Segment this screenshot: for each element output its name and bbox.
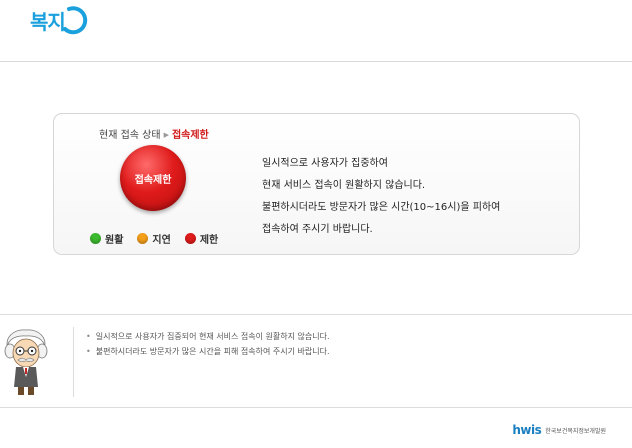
- legend-label: 원활: [105, 235, 124, 246]
- status-line: 현재 접속 상태 ▶ 접속제한: [99, 126, 209, 141]
- hwis-logo-icon: hwis: [512, 423, 542, 437]
- professor-mascot-icon: [4, 329, 48, 395]
- vertical-divider: [73, 327, 74, 397]
- status-label: 현재 접속 상태: [99, 130, 161, 141]
- legend-item-delay: 지연: [137, 231, 171, 246]
- footer-logo: hwis 한국보건복지정보개발원: [512, 423, 606, 437]
- notice-section: 일시적으로 사용자가 집중되어 현재 서비스 접속이 원활하지 않습니다. 불편…: [0, 314, 632, 408]
- message-line: 접속하여 주시기 바랍니다.: [262, 224, 373, 235]
- legend-label: 제한: [199, 235, 219, 246]
- legend-item-smooth: 원활: [90, 231, 123, 246]
- status-message: 일시적으로 사용자가 집중하여 현재 서비스 접속이 원활하지 않습니다. 불편…: [262, 153, 500, 241]
- site-logo[interactable]: 복지: [30, 3, 89, 37]
- status-panel: 현재 접속 상태 ▶ 접속제한 접속제한 원활 지연 제한 일시적으로 사용자가 집…: [53, 113, 580, 255]
- notice-item: 불편하시더라도 방문자가 많은 시간을 피해 접속하여 주시기 바랍니다.: [86, 344, 330, 359]
- red-dot-icon: [184, 233, 196, 244]
- arrow-right-icon: ▶: [163, 131, 169, 139]
- status-indicator-label: 접속제한: [134, 174, 172, 186]
- notice-item: 일시적으로 사용자가 집중되어 현재 서비스 접속이 원활하지 않습니다.: [86, 329, 330, 344]
- header: 복지: [0, 0, 632, 62]
- logo-ring-icon: [62, 6, 87, 35]
- message-line: 일시적으로 사용자가 집중하여: [262, 158, 388, 169]
- message-line: 현재 서비스 접속이 원활하지 않습니다.: [262, 180, 426, 191]
- legend-label: 지연: [152, 235, 171, 246]
- orange-dot-icon: [137, 233, 149, 244]
- message-line: 불편하시더라도 방문자가 많은 시간(10~16시)을 피하여: [262, 202, 501, 213]
- notice-list: 일시적으로 사용자가 집중되어 현재 서비스 접속이 원활하지 않습니다. 불편…: [86, 329, 330, 359]
- footer-org-name: 한국보건복지정보개발원: [545, 427, 606, 435]
- status-legend: 원활 지연 제한: [90, 231, 218, 246]
- status-indicator-button: 접속제한: [120, 145, 186, 211]
- status-current: 접속제한: [171, 130, 209, 141]
- legend-item-limit: 제한: [184, 231, 219, 246]
- green-dot-icon: [90, 233, 101, 244]
